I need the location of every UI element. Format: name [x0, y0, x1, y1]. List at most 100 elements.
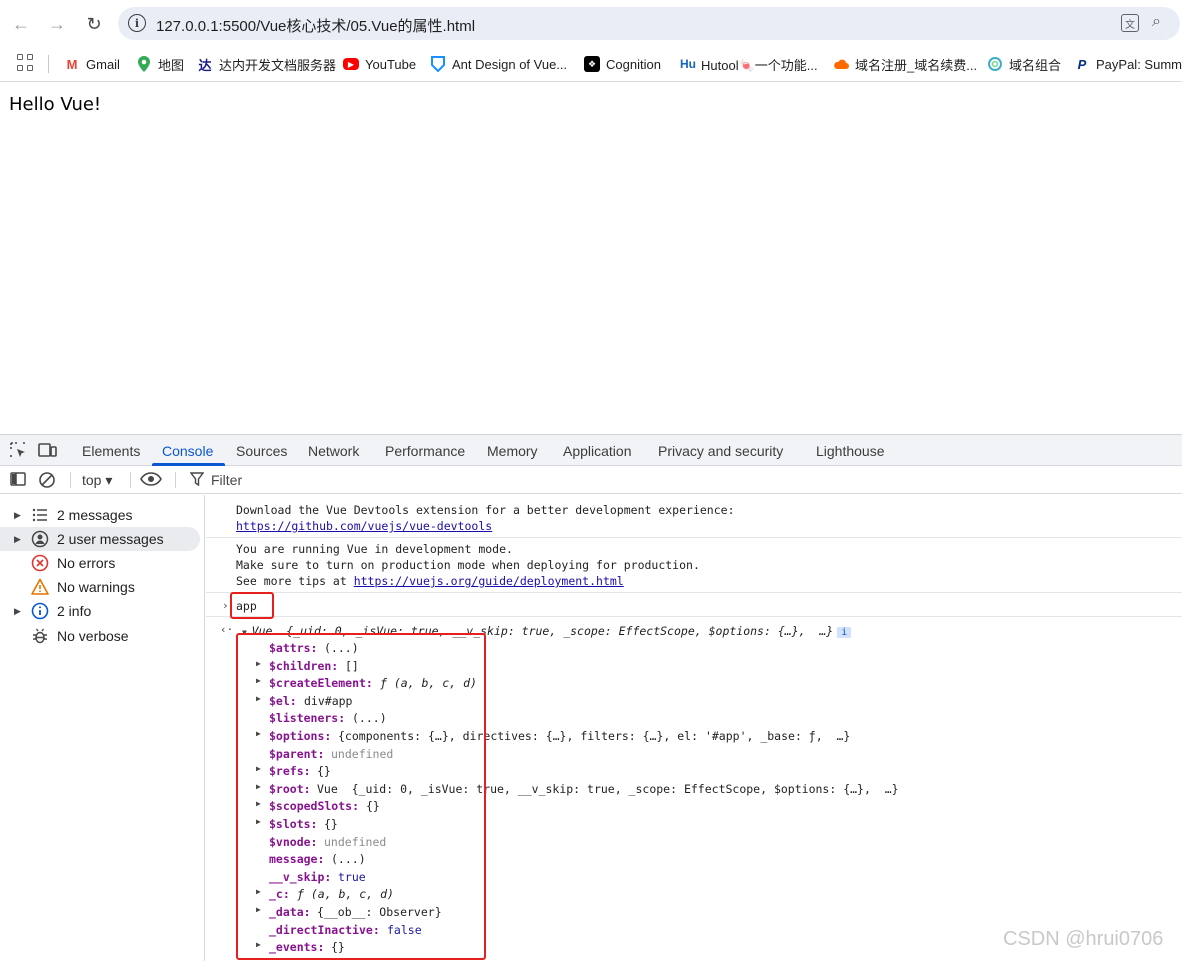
- console-link[interactable]: https://vuejs.org/guide/deployment.html: [354, 574, 624, 588]
- page-hello-text: Hello Vue!: [9, 94, 102, 115]
- toolbar-divider: [70, 472, 71, 488]
- tab-network[interactable]: Network: [308, 443, 359, 459]
- paypal-icon: P: [1077, 56, 1087, 72]
- translate-icon[interactable]: 文: [1121, 14, 1139, 32]
- maps-pin-icon: [136, 56, 152, 72]
- bookmarks-bar: M Gmail 地图 达 达内开发文档服务器 ▶ YouTube Ant Des…: [0, 48, 1182, 82]
- bookmark-domain-combo[interactable]: 域名组合: [987, 53, 1061, 75]
- youtube-icon: ▶: [343, 58, 359, 70]
- bookmark-label: Ant Design of Vue...: [452, 56, 568, 72]
- filter-input[interactable]: Filter: [211, 472, 242, 488]
- tab-sources[interactable]: Sources: [236, 443, 287, 459]
- bookmarks-divider: [48, 55, 49, 73]
- back-icon[interactable]: ←: [9, 12, 33, 36]
- bookmark-label: PayPal: Summa: [1096, 56, 1182, 72]
- tab-memory[interactable]: Memory: [487, 443, 538, 459]
- expand-arrow-icon[interactable]: ▶: [14, 534, 21, 545]
- sidebar-item-label: 2 messages: [57, 507, 133, 523]
- hutool-icon: Hu: [680, 57, 696, 71]
- console-message-text: See more tips at https://vuejs.org/guide…: [236, 574, 624, 588]
- list-icon: [31, 506, 49, 524]
- sidebar-item-label: 2 user messages: [57, 531, 164, 547]
- tab-console[interactable]: Console: [162, 443, 213, 459]
- highlight-box-input: [230, 592, 274, 619]
- sidebar-item-label: No warnings: [57, 579, 135, 595]
- message-divider: [206, 616, 1182, 617]
- apps-grid-icon[interactable]: [17, 54, 35, 72]
- console-message-text: Make sure to turn on production mode whe…: [236, 558, 700, 572]
- bookmark-youtube[interactable]: ▶ YouTube: [343, 53, 416, 75]
- devtools-panel: Elements Console Sources Network Perform…: [0, 434, 1182, 961]
- sidebar-item-errors[interactable]: No errors: [0, 551, 200, 575]
- info-icon: [31, 602, 49, 620]
- inspect-element-icon[interactable]: [9, 441, 29, 459]
- bookmark-hutool[interactable]: Hu Hutool🍬一个功能...: [679, 53, 818, 75]
- bookmark-label: YouTube: [365, 56, 417, 72]
- console-toolbar: top ▾ Filter: [0, 467, 1182, 494]
- bookmark-domain-register[interactable]: 域名注册_域名续费...: [833, 53, 977, 75]
- bookmark-ant-design[interactable]: Ant Design of Vue...: [430, 53, 567, 75]
- console-sidebar: ▶ 2 messages ▶ 2 user messages No errors…: [0, 495, 205, 961]
- address-bar[interactable]: i 127.0.0.1:5500/Vue核心技术/05.Vue的属性.html …: [118, 7, 1180, 40]
- warning-icon: [31, 578, 49, 596]
- highlight-box-properties: [236, 633, 486, 960]
- sidebar-item-messages[interactable]: ▶ 2 messages: [0, 503, 200, 527]
- watermark-text: CSDN @hrui0706: [1003, 928, 1164, 950]
- bookmark-cognition[interactable]: ❖ Cognition: [584, 53, 661, 75]
- sidebar-item-info[interactable]: ▶ 2 info: [0, 599, 200, 623]
- sidebar-item-warnings[interactable]: No warnings: [0, 575, 200, 599]
- device-toolbar-icon[interactable]: [38, 441, 58, 459]
- bookmark-label: 地图: [158, 57, 185, 73]
- bookmark-tarena[interactable]: 达 达内开发文档服务器: [197, 53, 336, 75]
- info-badge-icon[interactable]: i: [837, 627, 852, 638]
- message-divider: [206, 592, 1182, 593]
- bug-icon: [31, 627, 49, 645]
- sidebar-item-label: 2 info: [57, 603, 92, 619]
- devtools-tab-bar: Elements Console Sources Network Perform…: [0, 435, 1182, 466]
- bookmark-label: 达内开发文档服务器: [219, 57, 337, 73]
- console-link[interactable]: https://github.com/vuejs/vue-devtools: [236, 519, 492, 533]
- sidebar-item-label: No verbose: [57, 628, 129, 644]
- tab-performance[interactable]: Performance: [385, 443, 465, 459]
- active-tab-indicator: [152, 463, 225, 466]
- filter-icon: [189, 472, 205, 489]
- sidebar-item-label: No errors: [57, 555, 116, 571]
- bookmark-paypal[interactable]: P PayPal: Summa: [1074, 53, 1182, 75]
- console-message-text: You are running Vue in development mode.: [236, 542, 513, 556]
- tab-application[interactable]: Application: [563, 443, 632, 459]
- swirl-icon: [987, 56, 1003, 72]
- bookmark-label: 域名组合: [1009, 57, 1062, 73]
- expand-arrow-icon[interactable]: ▶: [14, 510, 21, 521]
- sidebar-item-verbose[interactable]: No verbose: [0, 624, 200, 648]
- bookmark-label: Hutool🍬一个功能...: [701, 57, 818, 73]
- console-message-text: Download the Vue Devtools extension for …: [236, 503, 735, 517]
- bookmark-maps[interactable]: 地图: [136, 53, 184, 75]
- reload-icon[interactable]: ↻: [82, 12, 106, 36]
- input-prompt-icon: ›: [222, 599, 229, 612]
- toolbar-divider: [175, 472, 176, 488]
- sidebar-item-user-messages[interactable]: ▶ 2 user messages: [0, 527, 200, 551]
- tab-lighthouse[interactable]: Lighthouse: [816, 443, 885, 459]
- context-select[interactable]: top ▾: [82, 472, 112, 489]
- forward-icon[interactable]: →: [45, 12, 69, 36]
- tab-privacy-security[interactable]: Privacy and security: [658, 443, 783, 459]
- browser-toolbar: ← → ↻ i 127.0.0.1:5500/Vue核心技术/05.Vue的属性…: [0, 0, 1182, 48]
- site-info-icon[interactable]: i: [128, 14, 146, 32]
- clear-console-icon[interactable]: [38, 471, 56, 492]
- tarena-icon: 达: [198, 57, 212, 73]
- message-divider: [206, 537, 1182, 538]
- bookmark-label: Cognition: [606, 56, 661, 72]
- bookmark-gmail[interactable]: M Gmail: [64, 53, 120, 75]
- ant-design-icon: [430, 56, 446, 72]
- bookmark-label: Gmail: [86, 56, 120, 72]
- tab-elements[interactable]: Elements: [82, 443, 140, 459]
- bookmark-label: 域名注册_域名续费...: [855, 57, 978, 73]
- result-prompt-icon: ‹·: [220, 623, 234, 636]
- sidebar-toggle-icon[interactable]: [10, 471, 26, 490]
- live-expression-eye-icon[interactable]: [140, 471, 162, 490]
- zoom-icon[interactable]: ⌕: [1152, 13, 1161, 31]
- cloud-icon: [833, 56, 849, 72]
- address-url[interactable]: 127.0.0.1:5500/Vue核心技术/05.Vue的属性.html: [156, 15, 475, 36]
- expand-arrow-icon[interactable]: ▶: [14, 606, 21, 617]
- toolbar-divider: [130, 472, 131, 488]
